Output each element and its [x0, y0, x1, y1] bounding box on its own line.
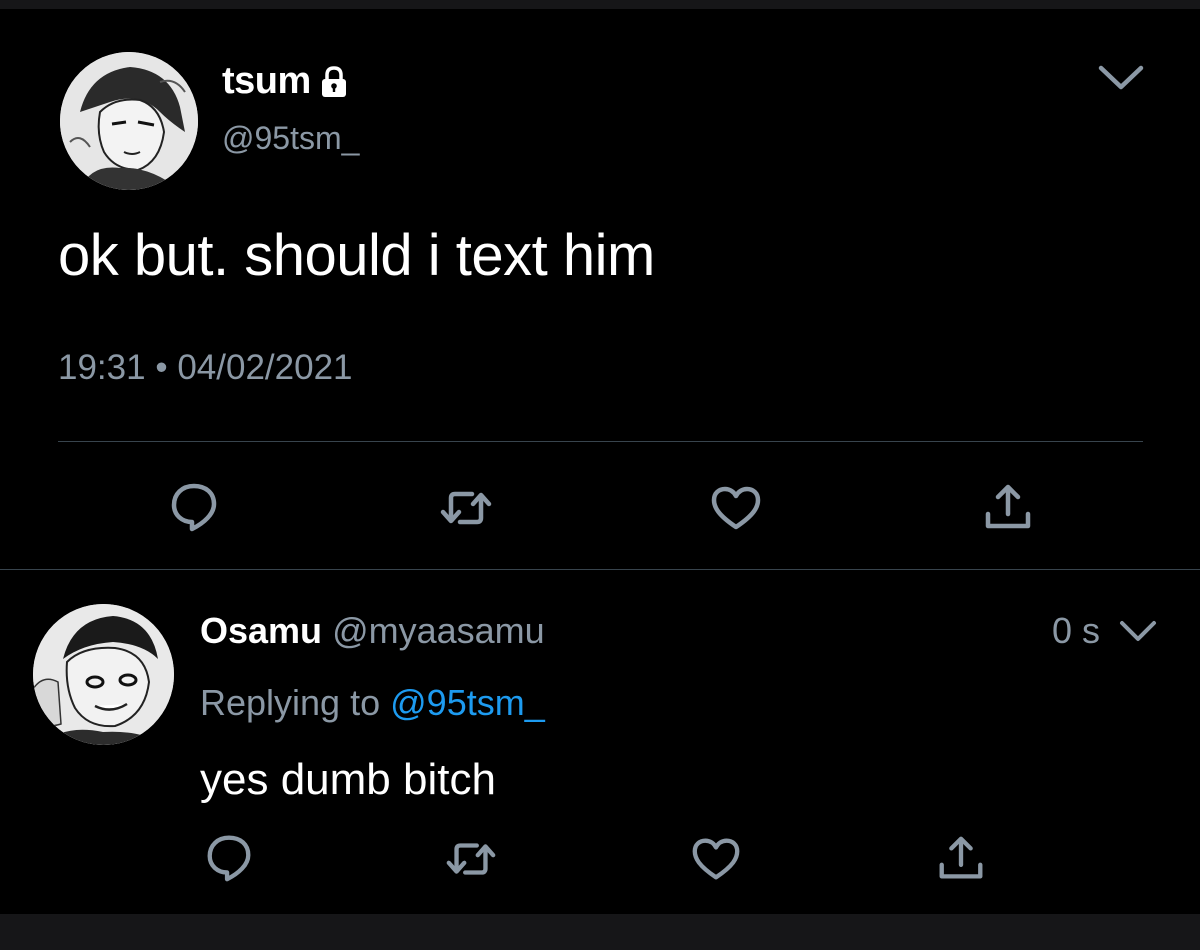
handle[interactable]: @95tsm_ — [222, 120, 359, 157]
top-edge — [0, 0, 1200, 9]
like-icon[interactable] — [689, 832, 743, 886]
like-icon[interactable] — [708, 480, 764, 536]
avatar-image — [60, 52, 198, 190]
display-name-text: tsum — [222, 60, 311, 102]
tweet-date: 04/02/2021 — [177, 348, 353, 387]
retweet-icon[interactable] — [444, 832, 498, 886]
avatar[interactable] — [60, 52, 198, 190]
display-name[interactable]: Osamu — [200, 610, 322, 651]
bottom-edge — [0, 914, 1200, 950]
time-separator: • — [155, 348, 168, 387]
share-icon[interactable] — [934, 832, 988, 886]
reply-text: yes dumb bitch — [200, 755, 496, 804]
reply-icon[interactable] — [202, 830, 256, 884]
retweet-icon[interactable] — [438, 480, 494, 536]
lock-icon — [317, 65, 351, 99]
replying-prefix: Replying to — [200, 682, 381, 723]
timestamp[interactable]: 19:31 • 04/02/2021 — [58, 348, 353, 388]
reply-header: Osamu @myaasamu — [200, 610, 545, 652]
display-name[interactable]: tsum — [222, 60, 351, 103]
chevron-down-icon[interactable] — [1118, 618, 1158, 644]
reply-time[interactable]: 0 s — [1052, 610, 1100, 652]
reply-icon[interactable] — [166, 478, 222, 534]
tweet-text: ok but. should i text him — [58, 223, 655, 288]
avatar[interactable] — [33, 604, 174, 745]
chevron-down-icon[interactable] — [1097, 62, 1145, 92]
divider — [58, 441, 1143, 442]
divider — [0, 569, 1200, 570]
share-icon[interactable] — [980, 480, 1036, 536]
avatar-image — [33, 604, 174, 745]
replying-to: Replying to @95tsm_ — [200, 682, 545, 724]
replying-handle-link[interactable]: @95tsm_ — [390, 682, 545, 723]
handle[interactable]: @myaasamu — [332, 610, 545, 651]
tweet-time: 19:31 — [58, 348, 146, 387]
